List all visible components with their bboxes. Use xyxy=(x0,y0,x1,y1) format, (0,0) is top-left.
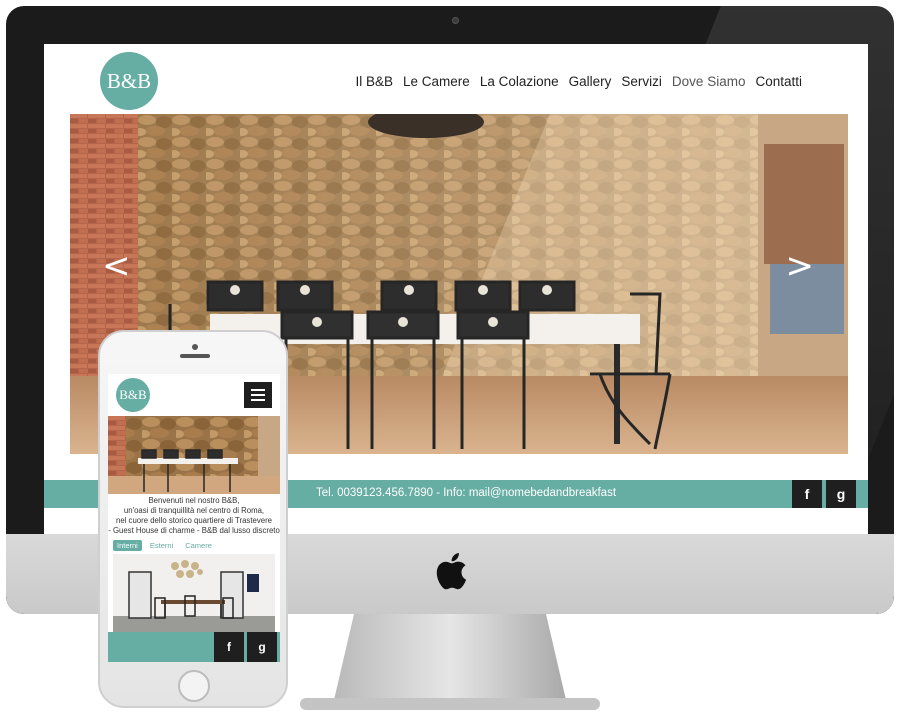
welcome-line-3: nel cuore dello storico quartiere di Tra… xyxy=(115,516,273,525)
front-camera xyxy=(192,344,198,350)
mobile-footer: f g xyxy=(108,632,280,662)
gallery-tabs: Interni Esterni Camere xyxy=(113,540,216,551)
facebook-icon[interactable]: f xyxy=(214,632,244,662)
welcome-text: Benvenuti nel nostro B&B, un'oasi di tra… xyxy=(108,496,280,536)
iphone-frame: B&B Benvenuti nel nostro B&B, un'oasi di… xyxy=(98,330,288,708)
mobile-site-logo[interactable]: B&B xyxy=(116,378,150,412)
tab-camere[interactable]: Camere xyxy=(181,540,216,551)
welcome-line-4: - Guest House di charme - B&B dal lusso … xyxy=(108,526,280,535)
hamburger-icon[interactable] xyxy=(244,382,272,408)
home-button[interactable] xyxy=(178,670,210,702)
earpiece xyxy=(180,354,210,358)
google-icon[interactable]: g xyxy=(247,632,277,662)
mobile-website: B&B Benvenuti nel nostro B&B, un'oasi di… xyxy=(108,374,280,662)
tab-interni[interactable]: Interni xyxy=(113,540,142,551)
tab-esterni[interactable]: Esterni xyxy=(146,540,177,551)
welcome-line-2: un'oasi di tranquillità nel centro di Ro… xyxy=(123,506,265,515)
interior-photo xyxy=(113,554,275,632)
welcome-line-1: Benvenuti nel nostro B&B, xyxy=(148,496,240,505)
mobile-hero-image xyxy=(108,416,280,494)
